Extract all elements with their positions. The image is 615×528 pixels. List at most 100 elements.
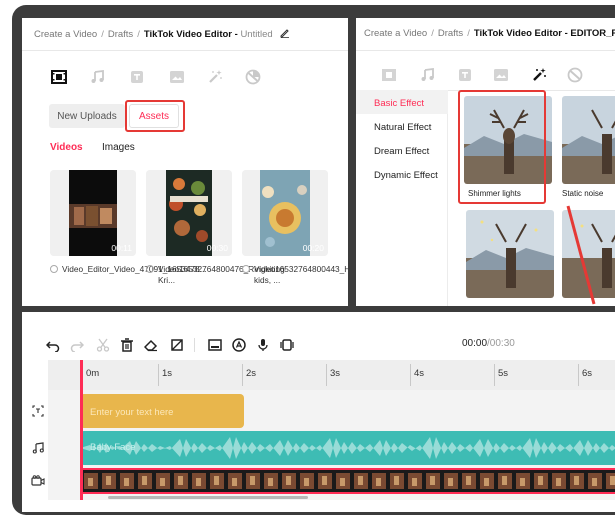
frame-icon[interactable] bbox=[278, 336, 296, 354]
effects-icon[interactable] bbox=[204, 66, 226, 88]
tick-line bbox=[410, 364, 411, 386]
music-icon[interactable] bbox=[416, 64, 438, 86]
video-thumbnail[interactable]: 00:11 bbox=[50, 170, 136, 256]
video-duration: 00:11 bbox=[111, 243, 132, 253]
text-icon[interactable] bbox=[454, 64, 476, 86]
breadcrumb-create-video[interactable]: Create a Video bbox=[34, 29, 97, 40]
video-duration: 00:20 bbox=[302, 243, 324, 253]
breadcrumb: Create a Video / Drafts / TikTok Video Edito… bbox=[34, 28, 290, 41]
video-clip[interactable] bbox=[80, 468, 615, 494]
video-thumbnail[interactable]: 00:20 bbox=[242, 170, 328, 256]
tick-label: 5s bbox=[498, 368, 509, 379]
time-ruler[interactable]: 0m 1s 2s 3s 4s 5s 6s bbox=[48, 360, 615, 390]
time-total: /00:30 bbox=[487, 338, 515, 349]
text-clip[interactable]: Enter your text here bbox=[80, 394, 244, 428]
video-filename: Video_Editor_Video_47091_1653478... bbox=[62, 264, 207, 274]
tick-label: 4s bbox=[414, 368, 425, 379]
tick-label: 0m bbox=[86, 368, 100, 379]
deer-image bbox=[466, 210, 554, 298]
video-icon[interactable] bbox=[378, 64, 400, 86]
divider bbox=[356, 50, 615, 51]
breadcrumb-current: TikTok Video Editor - EDITOR_PRO bbox=[473, 28, 615, 39]
select-checkbox[interactable] bbox=[242, 265, 250, 273]
audio-clip[interactable]: Baby Face bbox=[80, 431, 615, 465]
select-checkbox[interactable] bbox=[50, 265, 58, 273]
highlight-box bbox=[125, 100, 185, 132]
tick-label: 2s bbox=[246, 368, 257, 379]
music-icon[interactable] bbox=[86, 66, 108, 88]
video-filmstrip bbox=[80, 470, 615, 492]
tick-line bbox=[326, 364, 327, 386]
auto-caption-icon[interactable] bbox=[230, 336, 248, 354]
video-caption: Video16532764800443_Happy, kids, ... bbox=[242, 264, 348, 286]
audio-waveform bbox=[80, 437, 615, 459]
select-checkbox[interactable] bbox=[146, 265, 154, 273]
video-track-icon bbox=[30, 473, 46, 489]
time-current: 00:00 bbox=[462, 338, 488, 349]
tick-label: 3s bbox=[330, 368, 341, 379]
tick-line bbox=[242, 364, 243, 386]
category-natural-effect[interactable]: Natural Effect bbox=[374, 122, 431, 133]
text-icon[interactable] bbox=[126, 66, 148, 88]
tick-label: 1s bbox=[162, 368, 173, 379]
sticker-icon[interactable] bbox=[490, 64, 512, 86]
video-caption: Video16532764800476_Ringkiting Kri... bbox=[146, 264, 285, 286]
microphone-icon[interactable] bbox=[254, 336, 272, 354]
deer-image bbox=[562, 96, 615, 184]
sticker-icon[interactable] bbox=[166, 66, 188, 88]
video-filename: Video16532764800476_Ringkiting Kri... bbox=[158, 264, 285, 285]
effect-card-static-noise[interactable] bbox=[562, 96, 615, 184]
media-toolbar bbox=[22, 62, 348, 92]
timeline-toolbar bbox=[22, 336, 615, 356]
redo-icon[interactable] bbox=[68, 336, 86, 354]
breadcrumb-create-video[interactable]: Create a Video bbox=[364, 28, 427, 39]
category-basic-effect[interactable]: Basic Effect bbox=[374, 98, 424, 109]
pencil-icon[interactable] bbox=[280, 28, 290, 41]
new-uploads-button[interactable]: New Uploads bbox=[49, 104, 125, 128]
project-name: Untitled bbox=[240, 29, 273, 40]
audio-clip-label: Baby Face bbox=[90, 442, 136, 453]
video-filename: Video16532764800443_Happy, kids, ... bbox=[254, 264, 348, 285]
tick-label: 6s bbox=[582, 368, 593, 379]
effect-card[interactable] bbox=[466, 210, 554, 298]
scissors-icon[interactable] bbox=[94, 336, 112, 354]
category-dynamic-effect[interactable]: Dynamic Effect bbox=[374, 170, 438, 181]
video-duration: 00:30 bbox=[206, 243, 228, 253]
filter-icon[interactable] bbox=[564, 64, 586, 86]
breadcrumb-separator: / bbox=[137, 29, 140, 40]
breadcrumb-separator: / bbox=[467, 28, 470, 39]
timeline-panel: 00:00/00:30 0m 1s 2s 3s 4s 5s 6s Enter y… bbox=[22, 312, 615, 512]
text-track-icon bbox=[30, 403, 46, 419]
picture-icon[interactable] bbox=[206, 336, 224, 354]
effects-panel: Create a Video / Drafts / TikTok Video Edito… bbox=[356, 18, 615, 306]
media-panel: Create a Video / Drafts / TikTok Video Edito… bbox=[22, 18, 348, 306]
tick-line bbox=[158, 364, 159, 386]
category-dream-effect[interactable]: Dream Effect bbox=[374, 146, 429, 157]
audio-track-icon bbox=[30, 440, 46, 456]
timeline-scrollbar[interactable] bbox=[108, 496, 308, 499]
toolbar-divider bbox=[194, 338, 195, 352]
undo-icon[interactable] bbox=[44, 336, 62, 354]
breadcrumb: Create a Video / Drafts / TikTok Video Edito… bbox=[364, 28, 615, 39]
arrow-icon bbox=[566, 205, 596, 305]
divider bbox=[22, 50, 348, 51]
breadcrumb-drafts[interactable]: Drafts bbox=[108, 29, 133, 40]
video-icon[interactable] bbox=[48, 66, 70, 88]
eraser-icon[interactable] bbox=[142, 336, 160, 354]
tab-images[interactable]: Images bbox=[102, 142, 135, 153]
effects-icon[interactable] bbox=[528, 64, 550, 86]
tick-line bbox=[494, 364, 495, 386]
filter-icon[interactable] bbox=[242, 66, 264, 88]
video-thumbnail[interactable]: 00:30 bbox=[146, 170, 232, 256]
playhead[interactable] bbox=[80, 360, 83, 500]
tick-line bbox=[578, 364, 579, 386]
crop-icon[interactable] bbox=[168, 336, 186, 354]
video-caption: Video_Editor_Video_47091_1653478... bbox=[50, 264, 207, 275]
trash-icon[interactable] bbox=[118, 336, 136, 354]
time-display: 00:00/00:30 bbox=[462, 338, 515, 349]
breadcrumb-current: TikTok Video Editor - bbox=[143, 29, 238, 40]
media-toolbar bbox=[356, 60, 615, 90]
breadcrumb-separator: / bbox=[431, 28, 434, 39]
breadcrumb-drafts[interactable]: Drafts bbox=[438, 28, 463, 39]
tab-videos[interactable]: Videos bbox=[50, 142, 83, 153]
